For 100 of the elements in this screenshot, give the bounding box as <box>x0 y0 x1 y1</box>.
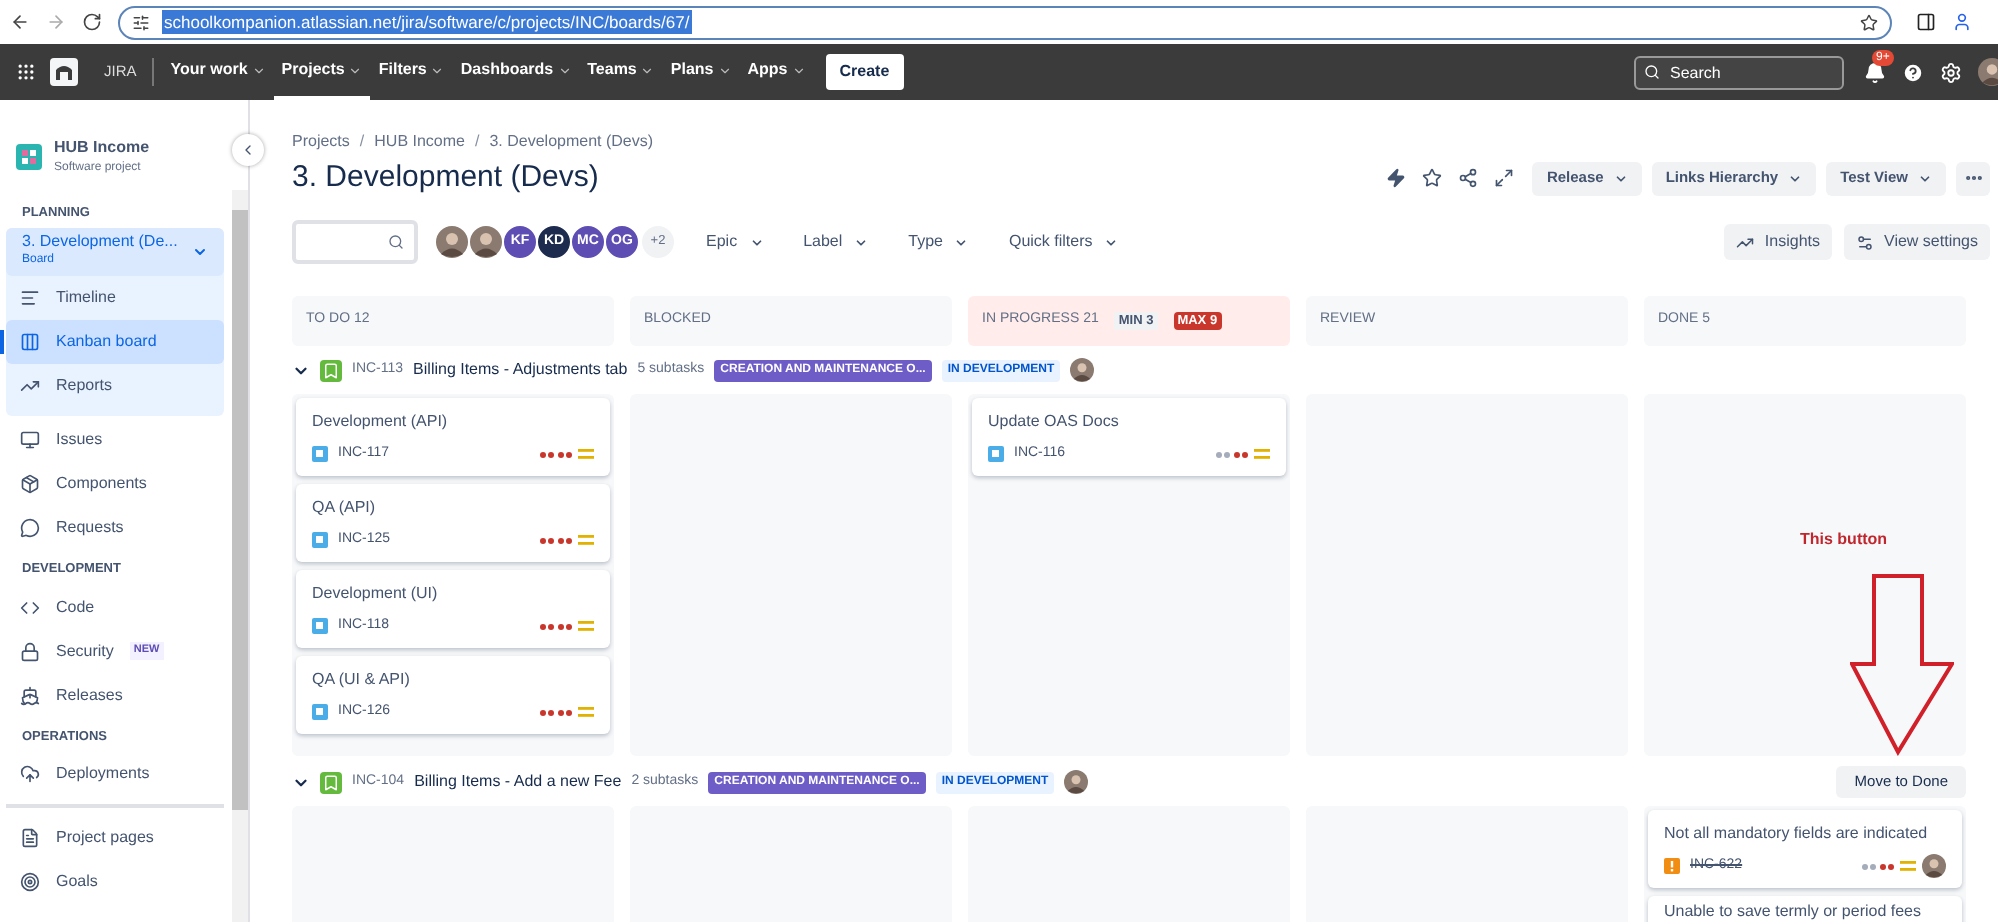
nav-menu-item[interactable]: Dashboards <box>452 44 580 100</box>
medium-priority-icon <box>1900 860 1916 872</box>
view-settings-button[interactable]: View settings <box>1844 224 1990 260</box>
code-icon <box>20 597 40 617</box>
lock-icon <box>20 641 40 661</box>
insights-button[interactable]: Insights <box>1724 224 1832 260</box>
sidebar-item[interactable]: Releases <box>6 673 224 717</box>
search-field[interactable]: Search <box>1634 55 1844 89</box>
chat-icon <box>20 517 40 538</box>
ship-icon <box>20 685 40 705</box>
package-icon <box>20 473 40 494</box>
sidebar-item[interactable]: Requests <box>6 505 224 550</box>
subtask-type-icon <box>988 446 1004 462</box>
chevron-icon <box>430 63 445 77</box>
subtask-type-icon <box>312 618 328 634</box>
breadcrumb-separator: / <box>359 130 365 154</box>
columns-icon <box>20 331 40 352</box>
sidebar-item[interactable]: Reports <box>6 363 224 408</box>
url-text: schoolkompanion.atlassian.net/jira/software/c/projects/INC/boards/67/ <box>162 9 692 35</box>
annotation-text: This button <box>1800 528 1888 552</box>
swimlane-title: Billing Items - Adjustments tab <box>413 358 628 382</box>
assignee-avatar <box>1070 358 1095 382</box>
medium-priority-icon <box>578 534 594 546</box>
chevron-icon <box>348 63 363 77</box>
card-title: Not all mandatory fields are indicated <box>1664 824 1930 844</box>
profile-icon[interactable] <box>1952 12 1972 32</box>
site-settings-icon[interactable] <box>132 13 150 31</box>
nav-menu-item[interactable]: Filters <box>370 44 453 100</box>
project-avatar-icon <box>16 143 42 169</box>
notifications-icon[interactable] <box>1864 61 1886 83</box>
card-title: QA (API) <box>312 498 378 518</box>
nav-menu-item[interactable]: Projects <box>273 44 371 100</box>
bug-type-icon <box>1664 858 1680 874</box>
more-button[interactable] <box>1956 161 1990 195</box>
filter-dropdown[interactable]: Label <box>803 230 869 254</box>
card-title: Development (API) <box>312 412 450 432</box>
app-switcher-icon[interactable] <box>16 62 36 82</box>
help-icon[interactable] <box>1902 61 1924 83</box>
story-icon <box>320 771 342 793</box>
chevron-icon <box>954 235 969 249</box>
nav-menu-item[interactable]: Apps <box>739 44 814 100</box>
bookmark-star-icon[interactable] <box>1860 13 1878 31</box>
chevron-icon <box>1918 171 1932 185</box>
breadcrumb-link[interactable]: Projects <box>292 130 350 154</box>
site-logo-icon[interactable] <box>50 58 78 86</box>
sidebar-item[interactable]: Components <box>6 461 224 506</box>
medium-priority-icon <box>578 620 594 632</box>
monitor-icon <box>20 429 40 450</box>
nav-menu-item[interactable]: Teams <box>579 44 663 100</box>
settings-icon[interactable] <box>1940 61 1962 83</box>
card-title: Development (UI) <box>312 584 440 604</box>
chevron-icon <box>717 63 732 77</box>
cloud-upload-icon <box>20 764 40 785</box>
filter-dropdown[interactable]: Quick filters <box>1008 230 1119 254</box>
back-icon[interactable] <box>10 12 30 32</box>
board-search-field[interactable] <box>292 220 418 264</box>
board-name: 3. Development (De... <box>22 232 180 253</box>
person-avatar <box>470 226 502 258</box>
medium-priority-icon <box>578 448 594 460</box>
sidebar-item[interactable]: Project pages <box>6 816 224 861</box>
side-panel-icon[interactable] <box>1916 12 1936 32</box>
timeline-icon <box>20 287 40 308</box>
medium-priority-icon <box>578 706 594 718</box>
breadcrumb-link[interactable]: HUB Income <box>374 130 465 154</box>
expand-icon[interactable] <box>1494 168 1515 188</box>
chevron-icon <box>1613 171 1628 185</box>
sliders-icon <box>1856 233 1874 251</box>
person-avatar <box>436 226 468 258</box>
medium-priority-icon <box>1254 448 1270 460</box>
target-icon <box>20 872 40 893</box>
chart-icon <box>1736 233 1755 251</box>
chevron-icon <box>854 235 869 249</box>
star-icon[interactable] <box>1422 168 1443 188</box>
address-bar[interactable]: schoolkompanion.atlassian.net/jira/software/c/projects/INC/boards/67/ <box>118 5 1892 39</box>
reload-icon[interactable] <box>82 12 102 32</box>
automation-icon[interactable] <box>1386 168 1407 188</box>
sidebar-item[interactable]: Issues <box>6 417 224 462</box>
chart-icon <box>20 375 40 396</box>
document-icon <box>20 828 40 849</box>
share-icon[interactable] <box>1458 168 1479 188</box>
subtask-type-icon <box>312 446 328 462</box>
chevron-icon <box>1788 171 1803 185</box>
chevron-icon <box>791 63 806 77</box>
nav-menu-item[interactable]: Your work <box>162 44 274 100</box>
sidebar-item[interactable]: Code <box>6 585 224 629</box>
breadcrumb-link[interactable]: 3. Development (Devs) <box>489 130 654 154</box>
subtask-type-icon <box>312 532 328 548</box>
swimlane-title: Billing Items - Add a new Fee <box>414 770 622 794</box>
sidebar-item[interactable]: Deployments <box>6 752 224 797</box>
create-button[interactable]: Create <box>825 54 904 90</box>
sidebar-item[interactable]: Kanban board <box>6 319 224 364</box>
nav-menu-item[interactable]: Plans <box>662 44 740 100</box>
story-icon <box>320 359 342 381</box>
chevron-icon <box>557 63 572 77</box>
filter-dropdown[interactable]: Epic <box>706 230 764 254</box>
sidebar-item[interactable]: Timeline <box>6 275 224 320</box>
filter-dropdown[interactable]: Type <box>908 230 969 254</box>
sidebar-item[interactable]: Goals <box>6 860 224 905</box>
issue-card[interactable]: Unable to save termly or period fees <box>1648 896 1962 922</box>
chevron-icon <box>240 142 256 158</box>
